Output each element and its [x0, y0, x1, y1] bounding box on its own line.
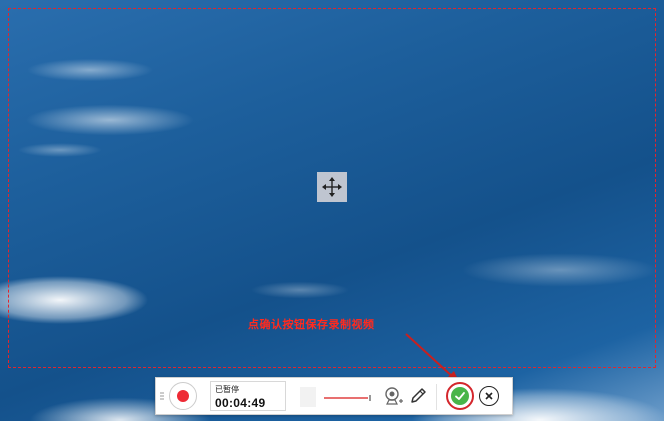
status-label: 已暂停	[215, 385, 239, 394]
audio-level-icon[interactable]	[324, 394, 374, 402]
confirm-fill	[451, 387, 469, 405]
webcam-add-icon[interactable]	[382, 385, 404, 407]
check-icon	[455, 392, 465, 400]
record-icon	[177, 390, 189, 402]
toolbar-separator	[436, 384, 437, 410]
blank-slot	[300, 387, 316, 407]
record-button[interactable]	[169, 382, 197, 410]
confirm-button[interactable]	[446, 382, 474, 410]
grip-icon[interactable]	[159, 390, 165, 402]
close-button[interactable]	[479, 386, 499, 406]
move-handle[interactable]	[317, 172, 347, 202]
close-icon	[485, 392, 493, 400]
elapsed-time: 00:04:49	[215, 396, 266, 410]
recording-status: 已暂停 00:04:49	[210, 381, 286, 411]
annotation-text: 点确认按钮保存录制视频	[248, 319, 375, 331]
move-arrows-icon	[322, 177, 342, 197]
pen-icon[interactable]	[408, 386, 428, 406]
recording-toolbar: 已暂停 00:04:49	[155, 377, 513, 415]
